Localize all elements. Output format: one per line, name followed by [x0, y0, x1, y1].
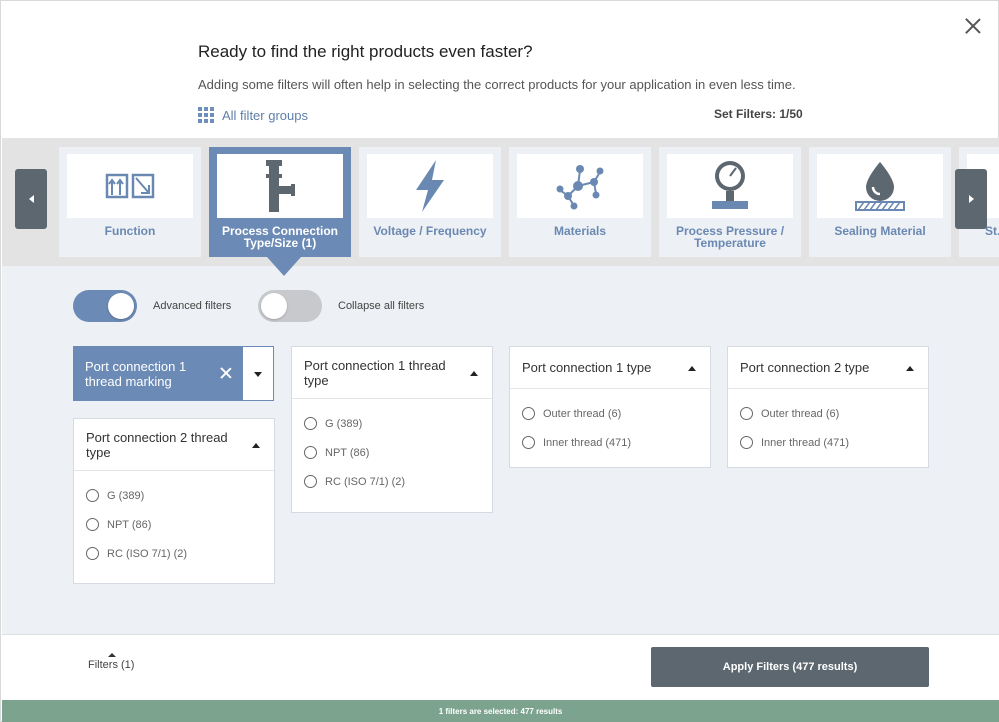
radio-button[interactable] [304, 475, 317, 488]
filter-option[interactable]: NPT (86) [86, 510, 262, 539]
molecule-icon [517, 154, 643, 218]
grid-icon [198, 107, 214, 123]
filter-dialog: Ready to find the right products even fa… [0, 0, 999, 722]
category-label: Process Connection Type/Size (1) [221, 224, 339, 250]
radio-button[interactable] [740, 407, 753, 420]
filter-option[interactable]: RC (ISO 7/1) (2) [304, 467, 480, 496]
collapse-filters-label: Collapse all filters [338, 300, 425, 312]
category-label: Materials [553, 224, 607, 238]
filter-card-header[interactable]: Port connection 1 thread type [292, 347, 492, 399]
close-icon[interactable] [962, 15, 984, 37]
category-materials[interactable]: Materials [509, 147, 651, 257]
filter-card-header[interactable]: Port connection 2 type [728, 347, 928, 389]
pressure-gauge-icon [667, 154, 793, 218]
advanced-filters-label: Advanced filters [153, 300, 232, 312]
option-label: RC (ISO 7/1) (2) [107, 547, 188, 560]
radio-button[interactable] [522, 436, 535, 449]
radio-button[interactable] [522, 407, 535, 420]
category-process-pressure[interactable]: Process Pressure / Temperature [659, 147, 801, 257]
option-label: NPT (86) [325, 446, 370, 459]
filter-option[interactable]: G (389) [304, 409, 480, 438]
radio-button[interactable] [86, 547, 99, 560]
filter-option[interactable]: Outer thread (6) [740, 399, 916, 428]
filters-summary-toggle[interactable]: Filters (1) [88, 659, 134, 671]
option-label: Inner thread (471) [543, 436, 632, 449]
radio-button[interactable] [86, 489, 99, 502]
option-label: NPT (86) [107, 518, 152, 531]
filter-card-port1-type: Port connection 1 type Outer thread (6) … [509, 346, 711, 468]
radio-button[interactable] [304, 446, 317, 459]
category-voltage-frequency[interactable]: Voltage / Frequency [359, 147, 501, 257]
dialog-title: Ready to find the right products even fa… [198, 42, 533, 61]
category-label: Voltage / Frequency [373, 224, 487, 238]
radio-button[interactable] [86, 518, 99, 531]
filter-card-port2-type: Port connection 2 type Outer thread (6) … [727, 346, 929, 468]
filter-option[interactable]: Outer thread (6) [522, 399, 698, 428]
all-filter-groups-link[interactable]: All filter groups [198, 107, 308, 123]
selected-filter-label: Port connection 1 thread marking [85, 359, 187, 389]
category-sealing-material[interactable]: Sealing Material [809, 147, 951, 257]
selected-filter-chip: Port connection 1 thread marking [73, 346, 274, 401]
filter-card-title: Port connection 2 thread type [86, 430, 228, 460]
option-label: G (389) [107, 489, 145, 502]
chip-dropdown-button[interactable] [243, 347, 273, 400]
caret-up-icon [906, 365, 914, 371]
apply-filters-button[interactable]: Apply Filters (477 results) [651, 647, 929, 687]
radio-button[interactable] [304, 417, 317, 430]
filter-option[interactable]: RC (ISO 7/1) (2) [86, 539, 262, 568]
filter-option[interactable]: G (389) [86, 481, 262, 510]
caret-up-icon [688, 365, 696, 371]
filter-option[interactable]: Inner thread (471) [522, 428, 698, 457]
option-label: Inner thread (471) [761, 436, 850, 449]
caret-up-icon [470, 370, 478, 376]
carousel-prev-button[interactable] [15, 169, 47, 229]
category-label: Sealing Material [834, 224, 926, 238]
advanced-filters-toggle[interactable] [73, 290, 137, 322]
pipe-connection-icon [217, 154, 343, 218]
caret-up-icon [252, 442, 260, 448]
remove-filter-icon[interactable] [219, 366, 233, 380]
filter-card-title: Port connection 1 thread type [304, 358, 446, 388]
function-icon [67, 154, 193, 218]
carousel-next-button[interactable] [955, 169, 987, 229]
category-label: Function [104, 224, 156, 238]
category-process-connection[interactable]: Process Connection Type/Size (1) [209, 147, 351, 257]
filter-card-title: Port connection 2 type [740, 360, 870, 375]
category-label: Process Pressure / Temperature [675, 224, 785, 250]
filter-card-port1-thread-type: Port connection 1 thread type G (389) NP… [291, 346, 493, 513]
option-label: G (389) [325, 417, 363, 430]
category-carousel: Function Process Connection Type/Size (1… [2, 138, 999, 266]
option-label: Outer thread (6) [761, 407, 840, 420]
filter-card-title: Port connection 1 type [522, 360, 652, 375]
collapse-filters-toggle[interactable] [258, 290, 322, 322]
lightning-icon [367, 154, 493, 218]
filter-option[interactable]: Inner thread (471) [740, 428, 916, 457]
option-label: RC (ISO 7/1) (2) [325, 475, 406, 488]
filter-card-header[interactable]: Port connection 2 thread type [74, 419, 274, 471]
filter-card-header[interactable]: Port connection 1 type [510, 347, 710, 389]
active-category-pointer [267, 257, 301, 276]
drop-icon [817, 154, 943, 218]
filter-option[interactable]: NPT (86) [304, 438, 480, 467]
dialog-subtitle: Adding some filters will often help in s… [198, 77, 796, 92]
category-function[interactable]: Function [59, 147, 201, 257]
all-filter-groups-label: All filter groups [222, 107, 308, 123]
filter-card-port2-thread-type: Port connection 2 thread type G (389) NP… [73, 418, 275, 584]
status-bar: 1 filters are selected: 477 results [2, 700, 999, 722]
caret-up-icon [108, 653, 116, 657]
option-label: Outer thread (6) [543, 407, 622, 420]
set-filters-count: Set Filters: 1/50 [714, 107, 803, 121]
radio-button[interactable] [740, 436, 753, 449]
